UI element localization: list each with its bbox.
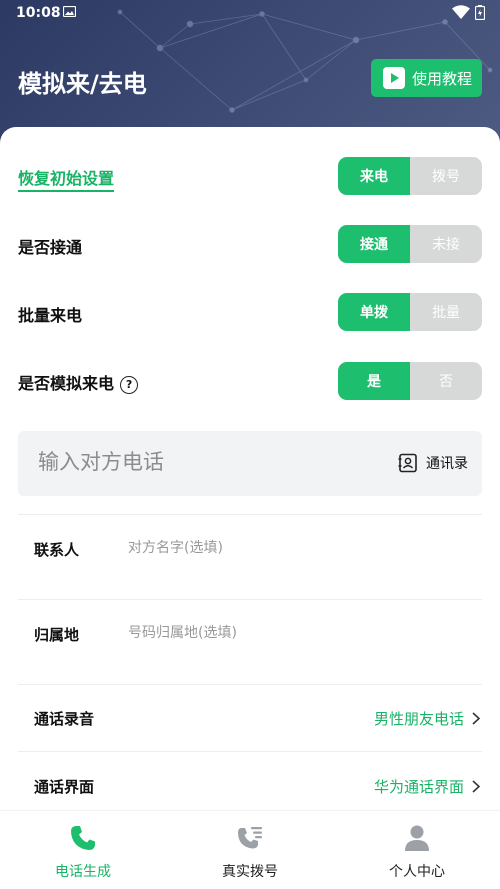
contact-name-input[interactable] [126,539,460,557]
phone-number-box: 通讯录 [18,431,482,496]
segment-yes[interactable]: 是 [338,362,410,400]
simulate-row: 是否模拟来电? [18,370,139,394]
image-notification-icon [63,6,76,17]
play-icon [383,67,405,89]
chevron-right-icon [472,712,480,725]
nav-personal-center[interactable]: 个人中心 [334,811,500,889]
reset-settings-link[interactable]: 恢复初始设置 [18,169,115,192]
dial-icon [238,827,262,849]
location-label: 归属地 [34,626,80,644]
recording-selector[interactable]: 男性朋友电话 [374,708,480,729]
contacts-label: 通讯录 [426,456,468,472]
page-title: 模拟来/去电 [18,70,147,98]
contact-label: 联系人 [34,541,80,559]
segment-missed[interactable]: 未接 [410,225,482,263]
tutorial-label: 使用教程 [412,69,473,88]
segment-dial[interactable]: 拨号 [410,157,482,195]
status-bar: 10:08 [0,0,500,26]
segment-no[interactable]: 否 [410,362,482,400]
wifi-icon [452,5,470,19]
segment-batch[interactable]: 批量 [410,293,482,331]
divider [18,599,482,600]
divider [18,751,482,752]
segment-incoming[interactable]: 来电 [338,157,410,195]
interface-selector[interactable]: 华为通话界面 [374,776,480,797]
contacts-icon [398,453,417,473]
recording-label: 通话录音 [34,710,95,728]
nav-label: 电话生成 [55,864,111,880]
simulate-label: 是否模拟来电 [18,374,115,393]
connect-label: 是否接通 [18,238,83,257]
help-icon[interactable]: ? [120,375,139,394]
bottom-nav: 电话生成 真实拨号 个人中心 [0,810,500,889]
segment-single[interactable]: 单拨 [338,293,410,331]
divider [18,514,482,515]
status-time: 10:08 [16,5,61,21]
nav-call-generate[interactable]: 电话生成 [0,811,166,889]
interface-value: 华为通话界面 [373,778,464,796]
phone-icon [71,826,95,850]
recording-value: 男性朋友电话 [373,710,464,728]
tutorial-button[interactable]: 使用教程 [371,59,482,97]
segment-connected[interactable]: 接通 [338,225,410,263]
connect-toggle[interactable]: 接通 未接 [338,225,482,263]
person-icon [405,825,429,851]
chevron-right-icon [472,780,480,793]
nav-label: 个人中心 [389,864,445,880]
batch-toggle[interactable]: 单拨 批量 [338,293,482,331]
divider [18,684,482,685]
location-input[interactable] [126,624,460,642]
nav-real-dial[interactable]: 真实拨号 [167,811,333,889]
interface-label: 通话界面 [34,778,95,796]
nav-label: 真实拨号 [222,864,278,880]
phone-number-input[interactable] [36,449,370,475]
reset-settings-row: 恢复初始设置 [18,165,115,192]
contacts-button[interactable]: 通讯录 [398,453,468,473]
simulate-toggle[interactable]: 是 否 [338,362,482,400]
battery-icon [475,5,485,20]
call-direction-toggle[interactable]: 来电 拨号 [338,157,482,195]
batch-label: 批量来电 [18,306,83,325]
